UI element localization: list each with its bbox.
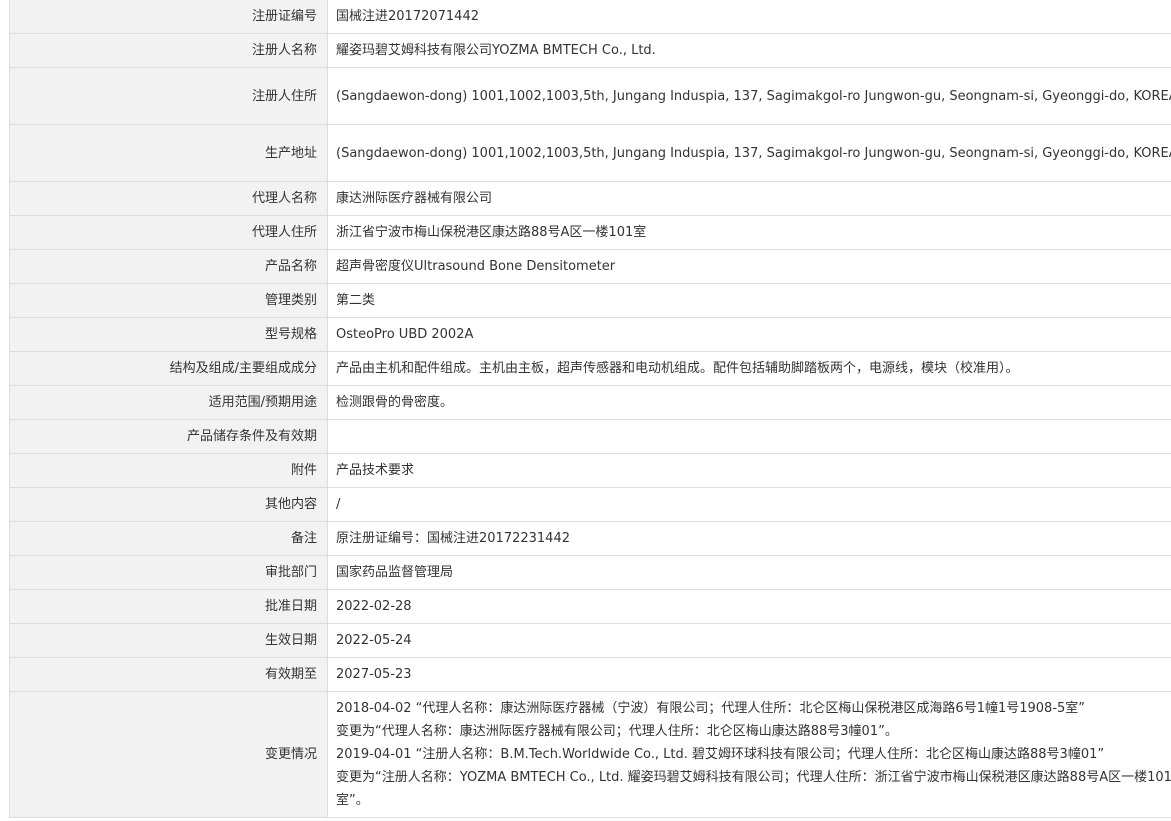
field-label: 有效期至 [9, 657, 328, 692]
field-label: 变更情况 [9, 691, 328, 818]
row-agent-address: 代理人住所 浙江省宁波市梅山保税港区康达路88号A区一楼101室 [9, 215, 1171, 250]
field-label: 适用范围/预期用途 [9, 385, 328, 420]
field-label: 结构及组成/主要组成成分 [9, 351, 328, 386]
field-value: / [327, 487, 1171, 522]
row-model-spec: 型号规格 OsteoPro UBD 2002A [9, 317, 1171, 352]
row-remarks: 备注 原注册证编号：国械注进20172231442 [9, 521, 1171, 556]
field-value: 浙江省宁波市梅山保税港区康达路88号A区一楼101室 [327, 215, 1171, 250]
field-label: 附件 [9, 453, 328, 488]
change-line: 变更为“代理人名称：康达洲际医疗器械有限公司；代理人住所：北仑区梅山康达路88号… [336, 724, 898, 739]
row-product-name: 产品名称 超声骨密度仪Ultrasound Bone Densitometer [9, 249, 1171, 284]
field-label: 管理类别 [9, 283, 328, 318]
field-label: 备注 [9, 521, 328, 556]
row-agent-name: 代理人名称 康达洲际医疗器械有限公司 [9, 181, 1171, 216]
change-history-value: 2018-04-02 “代理人名称：康达洲际医疗器械（宁波）有限公司；代理人住所… [327, 691, 1171, 818]
field-value: 原注册证编号：国械注进20172231442 [327, 521, 1171, 556]
row-approval-department: 审批部门 国家药品监督管理局 [9, 555, 1171, 590]
row-registrant-name: 注册人名称 耀姿玛碧艾姆科技有限公司YOZMA BMTECH Co., Ltd. [9, 33, 1171, 68]
row-approval-date: 批准日期 2022-02-28 [9, 589, 1171, 624]
field-label: 生效日期 [9, 623, 328, 658]
field-label: 注册人住所 [9, 67, 328, 125]
field-label: 代理人住所 [9, 215, 328, 250]
change-line: 2018-04-02 “代理人名称：康达洲际医疗器械（宁波）有限公司；代理人住所… [336, 701, 1086, 716]
field-value: 2027-05-23 [327, 657, 1171, 692]
field-value: 康达洲际医疗器械有限公司 [327, 181, 1171, 216]
field-label: 代理人名称 [9, 181, 328, 216]
field-label: 型号规格 [9, 317, 328, 352]
field-label: 注册证编号 [9, 0, 328, 34]
row-registration-number: 注册证编号 国械注进20172071442 [9, 0, 1171, 34]
field-label: 产品储存条件及有效期 [9, 419, 328, 454]
field-value: 产品技术要求 [327, 453, 1171, 488]
row-production-address: 生产地址 (Sangdaewon-dong) 1001,1002,1003,5t… [9, 124, 1171, 182]
field-value: (Sangdaewon-dong) 1001,1002,1003,5th, Ju… [327, 67, 1171, 125]
field-value: 耀姿玛碧艾姆科技有限公司YOZMA BMTECH Co., Ltd. [327, 33, 1171, 68]
change-line: 2019-04-01 “注册人名称：B.M.Tech.Worldwide Co.… [336, 747, 1105, 762]
row-intended-use: 适用范围/预期用途 检测跟骨的骨密度。 [9, 385, 1171, 420]
field-value: OsteoPro UBD 2002A [327, 317, 1171, 352]
field-value: 检测跟骨的骨密度。 [327, 385, 1171, 420]
field-label: 生产地址 [9, 124, 328, 182]
row-registrant-address: 注册人住所 (Sangdaewon-dong) 1001,1002,1003,5… [9, 67, 1171, 125]
field-value: 第二类 [327, 283, 1171, 318]
row-structure-composition: 结构及组成/主要组成成分 产品由主机和配件组成。主机由主板，超声传感器和电动机组… [9, 351, 1171, 386]
field-value [327, 419, 1171, 454]
row-effective-date: 生效日期 2022-05-24 [9, 623, 1171, 658]
row-other-content: 其他内容 / [9, 487, 1171, 522]
row-valid-until: 有效期至 2027-05-23 [9, 657, 1171, 692]
field-value: 2022-02-28 [327, 589, 1171, 624]
field-value: 超声骨密度仪Ultrasound Bone Densitometer [327, 249, 1171, 284]
row-management-category: 管理类别 第二类 [9, 283, 1171, 318]
registration-detail-table: 注册证编号 国械注进20172071442 注册人名称 耀姿玛碧艾姆科技有限公司… [9, 0, 1171, 818]
change-line: 变更为“注册人名称：YOZMA BMTECH Co., Ltd. 耀姿玛碧艾姆科… [336, 770, 1171, 808]
row-storage-conditions: 产品储存条件及有效期 [9, 419, 1171, 454]
field-label: 审批部门 [9, 555, 328, 590]
field-label: 批准日期 [9, 589, 328, 624]
field-label: 产品名称 [9, 249, 328, 284]
field-value: 2022-05-24 [327, 623, 1171, 658]
row-change-history: 变更情况 2018-04-02 “代理人名称：康达洲际医疗器械（宁波）有限公司；… [9, 691, 1171, 818]
field-value: 国家药品监督管理局 [327, 555, 1171, 590]
row-attachments: 附件 产品技术要求 [9, 453, 1171, 488]
field-value: 国械注进20172071442 [327, 0, 1171, 34]
field-value: (Sangdaewon-dong) 1001,1002,1003,5th, Ju… [327, 124, 1171, 182]
field-label: 其他内容 [9, 487, 328, 522]
field-value: 产品由主机和配件组成。主机由主板，超声传感器和电动机组成。配件包括辅助脚踏板两个… [327, 351, 1171, 386]
field-label: 注册人名称 [9, 33, 328, 68]
